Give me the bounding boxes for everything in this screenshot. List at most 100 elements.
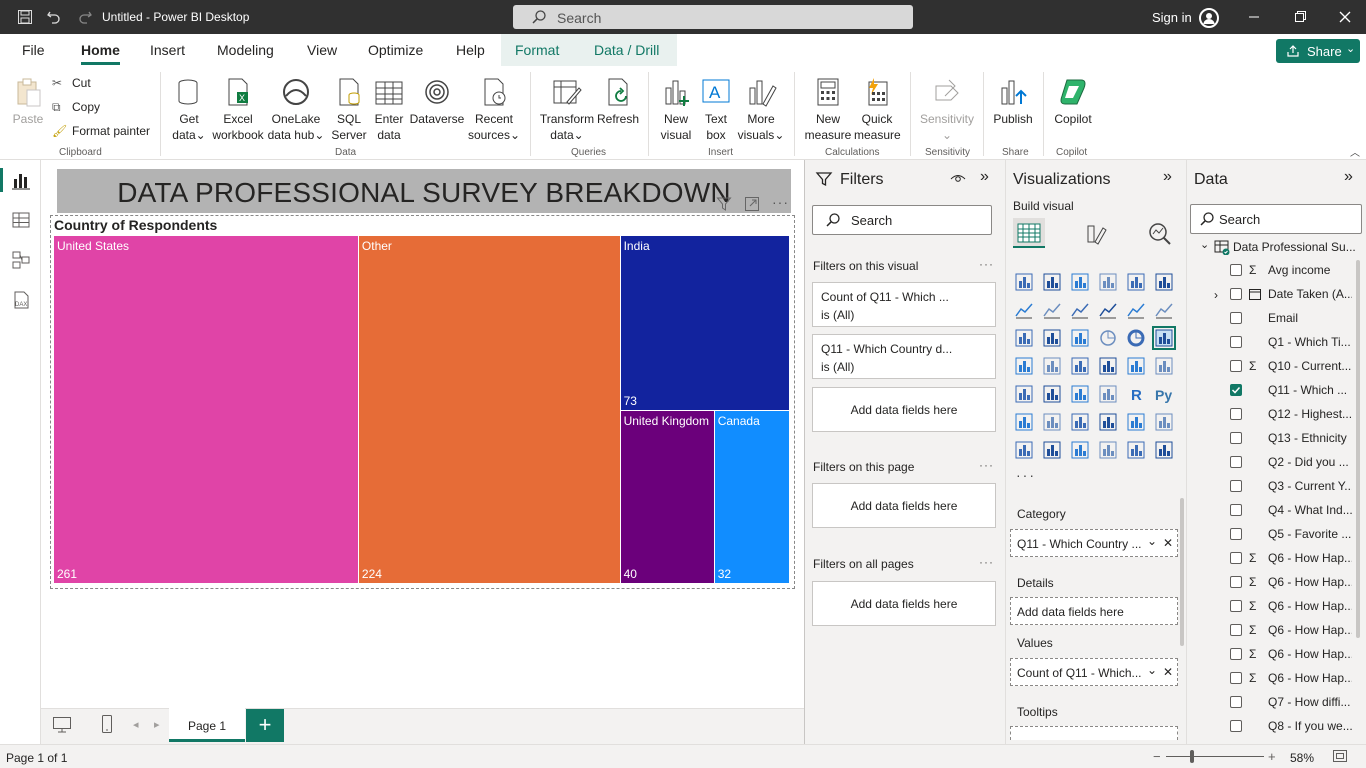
ribbon-chart-icon[interactable] [1098, 300, 1118, 320]
treemap-tile[interactable]: Canada 32 [714, 411, 790, 584]
scatter-chart-icon[interactable] [1070, 328, 1090, 348]
fit-to-page-icon[interactable] [1332, 749, 1348, 766]
checkbox[interactable] [1230, 504, 1242, 516]
menu-optimize[interactable]: Optimize [368, 42, 423, 58]
field-row[interactable]: Σ Avg income [1186, 262, 1352, 284]
chevron-down-icon[interactable]: ⌄ [1147, 663, 1157, 677]
filter-card-count[interactable]: Count of Q11 - Which ... is (All) [812, 282, 996, 327]
azure-map-icon[interactable] [1070, 356, 1090, 376]
checkbox-checked[interactable] [1230, 384, 1242, 396]
field-row[interactable]: Q1 - Which Ti... [1186, 334, 1352, 356]
field-row[interactable]: Email [1186, 310, 1352, 332]
get-data-button[interactable]: Get data⌄ [168, 76, 210, 143]
checkbox[interactable] [1230, 624, 1242, 636]
checkbox[interactable] [1230, 576, 1242, 588]
donut-chart-icon[interactable] [1126, 328, 1146, 348]
filters-search-input[interactable]: Search [812, 205, 992, 235]
filter-icon[interactable] [716, 196, 732, 212]
global-search-input[interactable]: Search [513, 5, 913, 29]
maximize-icon[interactable] [1292, 9, 1308, 25]
zoom-slider[interactable] [1166, 756, 1264, 757]
field-row[interactable]: Σ Q6 - How Hap... [1186, 646, 1352, 668]
matrix-icon[interactable] [1098, 384, 1118, 404]
focus-mode-icon[interactable] [744, 196, 760, 212]
field-row[interactable]: Q5 - Favorite ... [1186, 526, 1352, 548]
map-icon[interactable] [1014, 356, 1034, 376]
gauge-icon[interactable] [1098, 356, 1118, 376]
more-options-icon[interactable]: ··· [979, 257, 994, 271]
paste-button[interactable]: Paste [10, 76, 46, 127]
transform-data-button[interactable]: Transform data⌄ [538, 76, 596, 143]
onelake-data-hub-button[interactable]: OneLake data hub⌄ [267, 76, 325, 143]
new-visual-button[interactable]: New visual [656, 76, 696, 143]
smart-narrative-icon[interactable] [1098, 412, 1118, 432]
zoom-in-icon[interactable]: + [1268, 749, 1276, 764]
undo-icon[interactable] [46, 9, 62, 25]
filter-card-country[interactable]: Q11 - Which Country d... is (All) [812, 334, 996, 379]
field-row[interactable]: Σ Q6 - How Hap... [1186, 598, 1352, 620]
field-row[interactable]: Q13 - Ethnicity [1186, 430, 1352, 452]
paginated-report-icon[interactable] [1126, 412, 1146, 432]
chevron-right-icon[interactable]: › [1214, 288, 1218, 302]
checkbox[interactable] [1230, 360, 1242, 372]
stacked-area-chart-icon[interactable] [1070, 300, 1090, 320]
treemap-tile[interactable]: United States 261 [54, 236, 359, 584]
power-apps-icon[interactable] [1014, 440, 1034, 460]
line-clustered-column-icon[interactable] [1126, 300, 1146, 320]
category-well[interactable]: Q11 - Which Country ... ⌄ ✕ [1010, 529, 1178, 557]
slicer-icon[interactable] [1042, 384, 1062, 404]
add-page-filter-field[interactable]: Add data fields here [812, 483, 996, 528]
multi-row-card-icon[interactable] [1154, 356, 1174, 376]
report-view-icon[interactable] [10, 169, 32, 191]
stacked-bar-chart-icon[interactable] [1014, 272, 1034, 292]
more-options-icon[interactable]: ··· [979, 555, 994, 569]
remove-field-icon[interactable]: ✕ [1163, 536, 1173, 550]
chevron-down-icon[interactable]: ⌄ [1147, 534, 1157, 548]
collapse-data-icon[interactable]: » [1344, 168, 1353, 186]
analytics-icon[interactable] [1148, 222, 1172, 249]
model-view-icon[interactable] [10, 249, 32, 271]
copy-button[interactable]: ⧉ Copy [52, 99, 100, 115]
field-row[interactable]: Q11 - Which ... [1186, 382, 1352, 404]
add-visual-filter-field[interactable]: Add data fields here [812, 387, 996, 432]
funnel-chart-icon[interactable] [1042, 328, 1062, 348]
kpi-icon[interactable] [1014, 384, 1034, 404]
menu-view[interactable]: View [307, 42, 337, 58]
menu-insert[interactable]: Insert [150, 42, 185, 58]
checkbox[interactable] [1230, 480, 1242, 492]
field-row[interactable]: Q8 - If you we... [1186, 718, 1352, 740]
data-table-name[interactable]: Data Professional Su... [1233, 240, 1356, 254]
table-visual-icon[interactable] [1070, 384, 1090, 404]
checkbox[interactable] [1230, 456, 1242, 468]
publish-button[interactable]: Publish [990, 76, 1036, 127]
menu-format[interactable]: Format [515, 42, 559, 58]
sensitivity-button[interactable]: Sensitivity ⌄ [916, 76, 978, 143]
narrative-icon[interactable] [1070, 440, 1090, 460]
excel-workbook-button[interactable]: X Excel workbook [210, 76, 266, 143]
menu-help[interactable]: Help [456, 42, 485, 58]
checkbox[interactable] [1230, 672, 1242, 684]
checkbox[interactable] [1230, 432, 1242, 444]
python-visual-icon[interactable]: Py [1154, 384, 1174, 404]
checkbox[interactable] [1230, 264, 1242, 276]
remove-field-icon[interactable]: ✕ [1163, 665, 1173, 679]
qa-icon[interactable] [1070, 412, 1090, 432]
key-influencers-icon[interactable] [1014, 412, 1034, 432]
checkbox[interactable] [1230, 288, 1242, 300]
details-well[interactable]: Add data fields here [1010, 597, 1178, 625]
field-row[interactable]: Q2 - Did you ... [1186, 454, 1352, 476]
line-chart-icon[interactable] [1014, 300, 1034, 320]
menu-modeling[interactable]: Modeling [217, 42, 274, 58]
menu-file[interactable]: File [22, 42, 45, 58]
quick-measure-button[interactable]: Quick measure [854, 76, 901, 143]
text-box-button[interactable]: A Text box [698, 76, 734, 143]
checkbox[interactable] [1230, 600, 1242, 612]
field-row[interactable]: Q3 - Current Y... [1186, 478, 1352, 500]
format-visual-icon[interactable] [1084, 222, 1108, 249]
zoom-out-icon[interactable]: − [1153, 749, 1161, 764]
shape-map-icon[interactable] [1098, 440, 1118, 460]
checkbox[interactable] [1230, 528, 1242, 540]
page-scroll-right-icon[interactable]: ▸ [154, 718, 160, 731]
page-tab-1[interactable]: Page 1 [169, 708, 245, 742]
r-visual-icon[interactable]: R [1126, 384, 1146, 404]
